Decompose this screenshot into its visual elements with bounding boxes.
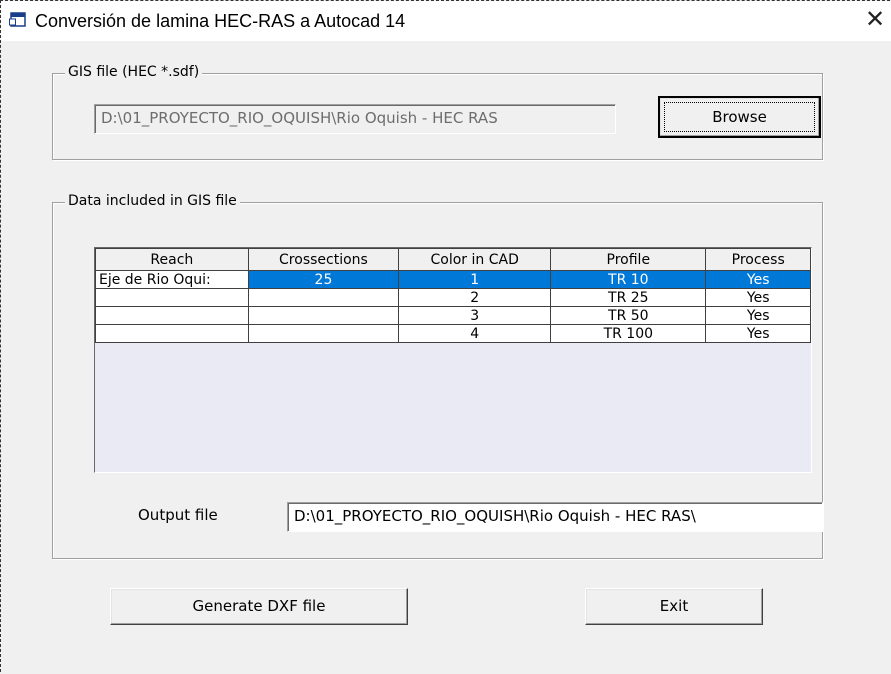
gis-file-path-input[interactable]: D:\01_PROYECTO_RIO_OQUISH\Rio Oquish - H… bbox=[94, 104, 616, 134]
table-row[interactable]: 2 TR 25 Yes bbox=[95, 288, 811, 307]
cell-profile[interactable]: TR 50 bbox=[550, 306, 707, 325]
table-header-row: Reach Crossections Color in CAD Profile … bbox=[95, 248, 811, 271]
data-grid[interactable]: Reach Crossections Color in CAD Profile … bbox=[94, 247, 812, 473]
cell-process[interactable]: Yes bbox=[705, 324, 811, 343]
window-title: Conversión de lamina HEC-RAS a Autocad 1… bbox=[35, 11, 406, 31]
close-icon[interactable]: ✕ bbox=[862, 7, 888, 33]
column-header-process[interactable]: Process bbox=[705, 248, 811, 271]
cell-process[interactable]: Yes bbox=[705, 306, 811, 325]
generate-dxf-button[interactable]: Generate DXF file bbox=[110, 588, 408, 625]
column-header-reach[interactable]: Reach bbox=[95, 248, 249, 271]
exit-button-label: Exit bbox=[659, 597, 689, 615]
column-header-color-in-cad[interactable]: Color in CAD bbox=[398, 248, 552, 271]
data-group-legend: Data included in GIS file bbox=[65, 193, 240, 209]
cell-reach[interactable] bbox=[95, 306, 249, 325]
cell-reach[interactable] bbox=[95, 288, 249, 307]
table-row[interactable]: 4 TR 100 Yes bbox=[95, 324, 811, 343]
browse-button[interactable]: Browse bbox=[658, 96, 821, 138]
title-bar[interactable]: Conversión de lamina HEC-RAS a Autocad 1… bbox=[1, 1, 891, 41]
cell-color[interactable]: 1 bbox=[398, 270, 552, 289]
focus-rect bbox=[664, 102, 815, 132]
gis-file-legend: GIS file (HEC *.sdf) bbox=[65, 64, 203, 80]
cell-profile[interactable]: TR 100 bbox=[550, 324, 707, 343]
cell-color[interactable]: 2 bbox=[398, 288, 552, 307]
generate-dxf-button-label: Generate DXF file bbox=[192, 597, 326, 615]
cell-process[interactable]: Yes bbox=[705, 288, 811, 307]
cell-profile[interactable]: TR 25 bbox=[550, 288, 707, 307]
dialog-client: GIS file (HEC *.sdf) D:\01_PROYECTO_RIO_… bbox=[1, 41, 891, 674]
cell-color[interactable]: 3 bbox=[398, 306, 552, 325]
column-header-crossections[interactable]: Crossections bbox=[247, 248, 400, 271]
app-window-icon bbox=[9, 11, 27, 29]
table-row[interactable]: 3 TR 50 Yes bbox=[95, 306, 811, 325]
data-table: Reach Crossections Color in CAD Profile … bbox=[95, 248, 811, 343]
main-window: Conversión de lamina HEC-RAS a Autocad 1… bbox=[0, 0, 891, 674]
cell-process[interactable]: Yes bbox=[705, 270, 811, 289]
cell-crossections[interactable]: 25 bbox=[247, 270, 400, 289]
cell-crossections[interactable] bbox=[247, 306, 400, 325]
output-file-label: Output file bbox=[138, 506, 218, 524]
output-file-input[interactable]: D:\01_PROYECTO_RIO_OQUISH\Rio Oquish - H… bbox=[287, 502, 823, 532]
cell-color[interactable]: 4 bbox=[398, 324, 552, 343]
cell-crossections[interactable] bbox=[247, 324, 400, 343]
column-header-profile[interactable]: Profile bbox=[550, 248, 707, 271]
cell-reach[interactable] bbox=[95, 324, 249, 343]
table-row[interactable]: Eje de Rio Oqui: 25 1 TR 10 Yes bbox=[95, 270, 811, 289]
cell-crossections[interactable] bbox=[247, 288, 400, 307]
exit-button[interactable]: Exit bbox=[585, 588, 763, 625]
cell-reach[interactable]: Eje de Rio Oqui: bbox=[95, 270, 249, 289]
cell-profile[interactable]: TR 10 bbox=[550, 270, 707, 289]
